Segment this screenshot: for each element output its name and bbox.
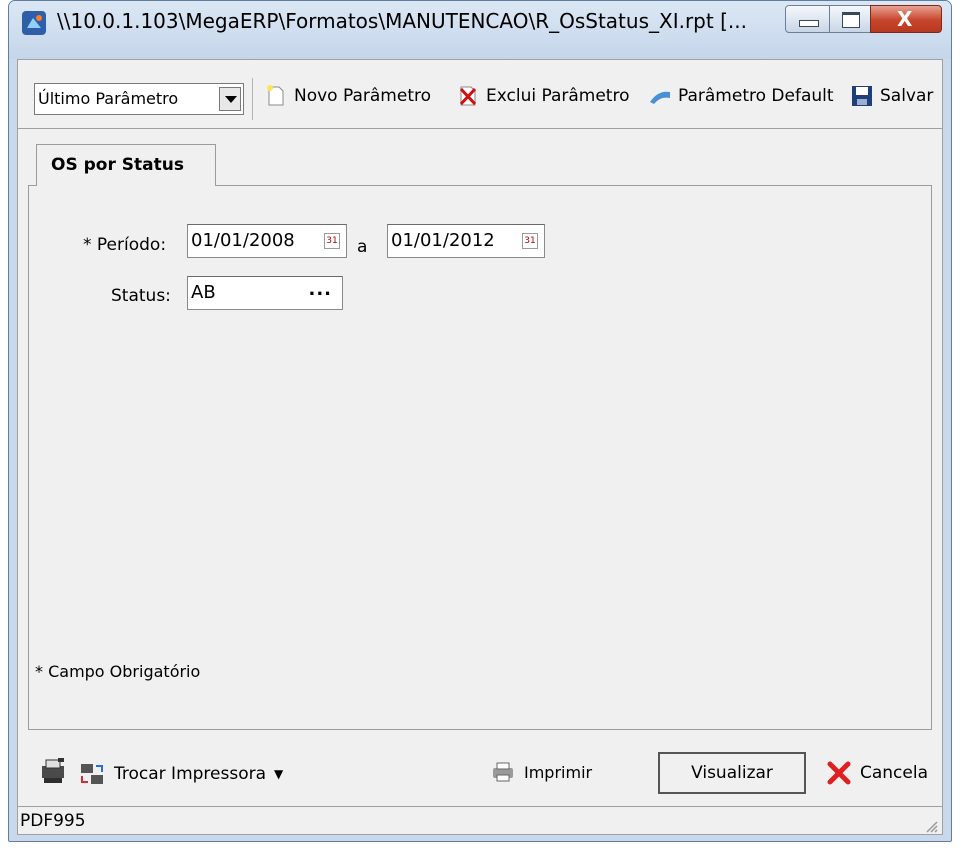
status-label: Status: — [111, 286, 171, 306]
window-title: \\10.0.1.103\MegaERP\Formatos\MANUTENCAO… — [57, 9, 747, 33]
maximize-button[interactable] — [829, 5, 871, 33]
cancel-button[interactable]: Cancela — [826, 760, 928, 786]
status-lookup-button[interactable]: ... — [308, 279, 332, 300]
status-field[interactable]: AB ... — [187, 276, 343, 310]
parameter-toolbar: Último Parâmetro Novo Parâmetro Exclui P… — [18, 60, 942, 129]
toolbar-separator — [252, 78, 253, 120]
status-bar: PDF995 — [18, 806, 942, 837]
new-parameter-label: Novo Parâmetro — [294, 86, 431, 106]
change-printer-label: Trocar Impressora — [114, 764, 267, 784]
print-button[interactable]: Imprimir — [490, 760, 592, 784]
save-button[interactable]: Salvar — [850, 81, 933, 111]
preview-button[interactable]: Visualizar — [658, 752, 806, 794]
minimize-icon — [799, 20, 819, 27]
minimize-button[interactable] — [785, 5, 830, 33]
new-parameter-button[interactable]: Novo Parâmetro — [264, 81, 431, 111]
default-parameter-label: Parâmetro Default — [678, 86, 834, 106]
current-printer: PDF995 — [20, 811, 86, 831]
calendar-icon[interactable]: 31 — [522, 233, 538, 249]
print-label: Imprimir — [524, 762, 593, 782]
default-parameter-button[interactable]: Parâmetro Default — [648, 81, 834, 111]
printer-setup-icon[interactable] — [40, 756, 66, 786]
parameter-select[interactable]: Último Parâmetro — [34, 83, 244, 115]
period-label: * Período: — [83, 235, 167, 255]
change-printer-icon — [81, 764, 103, 784]
floppy-disk-icon — [852, 86, 872, 106]
calendar-icon[interactable]: 31 — [324, 233, 340, 249]
preview-label: Visualizar — [691, 763, 773, 783]
status-value: AB — [191, 282, 216, 303]
maximize-icon — [842, 12, 860, 28]
crystal-report-icon — [22, 11, 46, 35]
save-label: Salvar — [880, 86, 934, 106]
action-bar: Trocar Impressora ▼ Imprimir Visualizar … — [18, 740, 942, 800]
printer-icon — [493, 762, 513, 782]
client-area: Último Parâmetro Novo Parâmetro Exclui P… — [17, 59, 943, 835]
default-param-icon — [650, 91, 670, 104]
delete-parameter-button[interactable]: Exclui Parâmetro — [456, 81, 630, 111]
change-printer-button[interactable]: Trocar Impressora ▼ — [78, 760, 283, 788]
cancel-label: Cancela — [860, 763, 929, 783]
report-parameters-window: \\10.0.1.103\MegaERP\Formatos\MANUTENCAO… — [8, 0, 952, 842]
period-end-field[interactable]: 01/01/2012 31 — [387, 224, 545, 258]
period-separator: a — [357, 237, 368, 257]
parameters-panel: * Período: 01/01/2008 31 a 01/01/2012 31… — [28, 185, 932, 730]
tab-os-por-status[interactable]: OS por Status — [36, 144, 216, 186]
period-end-value: 01/01/2012 — [391, 230, 495, 251]
title-bar[interactable]: \\10.0.1.103\MegaERP\Formatos\MANUTENCAO… — [9, 1, 951, 59]
period-start-field[interactable]: 01/01/2008 31 — [187, 224, 347, 258]
chevron-down-icon: ▼ — [274, 767, 284, 781]
tab-label: OS por Status — [51, 155, 184, 175]
delete-document-icon — [459, 86, 477, 106]
period-start-value: 01/01/2008 — [191, 230, 295, 251]
required-field-note: * Campo Obrigatório — [35, 662, 201, 681]
resize-grip-icon[interactable] — [924, 819, 938, 833]
chevron-down-icon[interactable] — [219, 87, 241, 111]
close-button[interactable]: X — [870, 5, 942, 33]
red-x-icon — [827, 761, 851, 785]
close-icon: X — [897, 7, 913, 31]
delete-parameter-label: Exclui Parâmetro — [486, 86, 630, 106]
parameter-select-value: Último Parâmetro — [38, 89, 179, 108]
new-document-icon — [267, 85, 284, 106]
